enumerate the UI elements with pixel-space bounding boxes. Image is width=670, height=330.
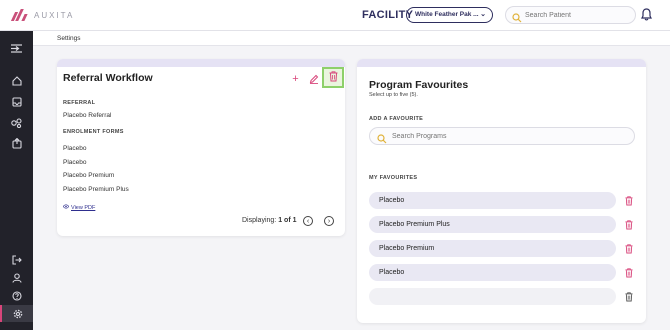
logout-icon[interactable]: [0, 251, 33, 268]
export-icon[interactable]: [0, 135, 33, 152]
edit-icon[interactable]: [307, 72, 320, 85]
view-pdf-label: View PDF: [71, 204, 96, 211]
facility-select[interactable]: White Feather Pak ... ⌄: [406, 7, 493, 23]
view-pdf-link[interactable]: View PDF: [62, 204, 96, 211]
inbox-icon[interactable]: [0, 93, 33, 110]
logo: AUXITA: [10, 9, 75, 21]
favourite-item-empty[interactable]: [369, 288, 616, 305]
referral-workflow-title: Referral Workflow: [63, 72, 153, 84]
referral-label: REFERRAL: [63, 100, 96, 106]
facility-select-value: White Feather Pak ...: [415, 11, 479, 18]
search-icon: [377, 131, 387, 149]
my-favourites-label: MY FAVOURITES: [369, 175, 418, 181]
enrolment-form-item: Placebo: [63, 145, 87, 152]
referral-value: Placebo Referral: [63, 112, 112, 119]
pagination-value: 1 of 1: [278, 217, 297, 224]
program-search[interactable]: [369, 127, 635, 145]
delete-workflow-button[interactable]: [322, 67, 344, 88]
breadcrumb-current[interactable]: Settings: [57, 35, 81, 42]
breadcrumb: Settings: [33, 31, 670, 46]
program-favourites-title: Program Favourites: [369, 79, 469, 91]
add-icon[interactable]: +: [289, 72, 302, 85]
eye-icon: [62, 204, 70, 211]
trash-icon: [329, 69, 338, 87]
remove-favourite-trash-icon[interactable]: [624, 243, 634, 255]
logo-mark-icon: [10, 9, 28, 21]
referral-workflow-card: Referral Workflow + REFERRAL Placebo Ref…: [57, 59, 345, 236]
pagination-label: Displaying:: [242, 217, 277, 224]
pagination-status: Displaying: 1 of 1: [242, 217, 297, 224]
enrolment-form-item: Placebo: [63, 159, 87, 166]
remove-favourite-trash-icon[interactable]: [624, 267, 634, 279]
favourite-item[interactable]: Placebo Premium: [369, 240, 616, 257]
patient-search[interactable]: [505, 6, 636, 24]
favourite-item[interactable]: Placebo: [369, 192, 616, 209]
remove-favourite-trash-icon[interactable]: [624, 195, 634, 207]
notification-bell-icon[interactable]: [641, 8, 652, 26]
enrolment-form-item: Placebo Premium Plus: [63, 186, 129, 193]
top-bar: AUXITA FACILITY White Feather Pak ... ⌄: [0, 0, 670, 31]
home-icon[interactable]: [0, 72, 33, 89]
logo-text: AUXITA: [34, 10, 75, 20]
user-icon[interactable]: [0, 269, 33, 286]
enrolment-form-item: Placebo Premium: [63, 172, 115, 179]
program-favourites-subtitle: Select up to five (5).: [369, 92, 418, 98]
favourite-item[interactable]: Placebo Premium Plus: [369, 216, 616, 233]
settings-icon[interactable]: [0, 305, 33, 322]
remove-favourite-trash-icon[interactable]: [624, 291, 634, 303]
program-favourites-card: Program Favourites Select up to five (5)…: [357, 59, 646, 323]
card-header-strip: [57, 59, 345, 67]
chevron-down-icon: ⌄: [480, 11, 486, 18]
sidebar: [0, 31, 33, 330]
referrals-icon[interactable]: [0, 114, 33, 131]
next-page-button[interactable]: ›: [324, 216, 334, 226]
favourite-item[interactable]: Placebo: [369, 264, 616, 281]
help-icon[interactable]: [0, 287, 33, 304]
card-header-strip: [357, 59, 646, 67]
search-icon: [512, 10, 522, 28]
remove-favourite-trash-icon[interactable]: [624, 219, 634, 231]
previous-page-button[interactable]: ‹: [303, 216, 313, 226]
enrolment-forms-label: ENROLMENT FORMS: [63, 129, 124, 135]
add-favourite-label: ADD A FAVOURITE: [369, 116, 424, 122]
patient-search-input[interactable]: [525, 10, 630, 21]
program-search-input[interactable]: [392, 131, 622, 142]
menu-toggle-icon[interactable]: [0, 40, 33, 57]
